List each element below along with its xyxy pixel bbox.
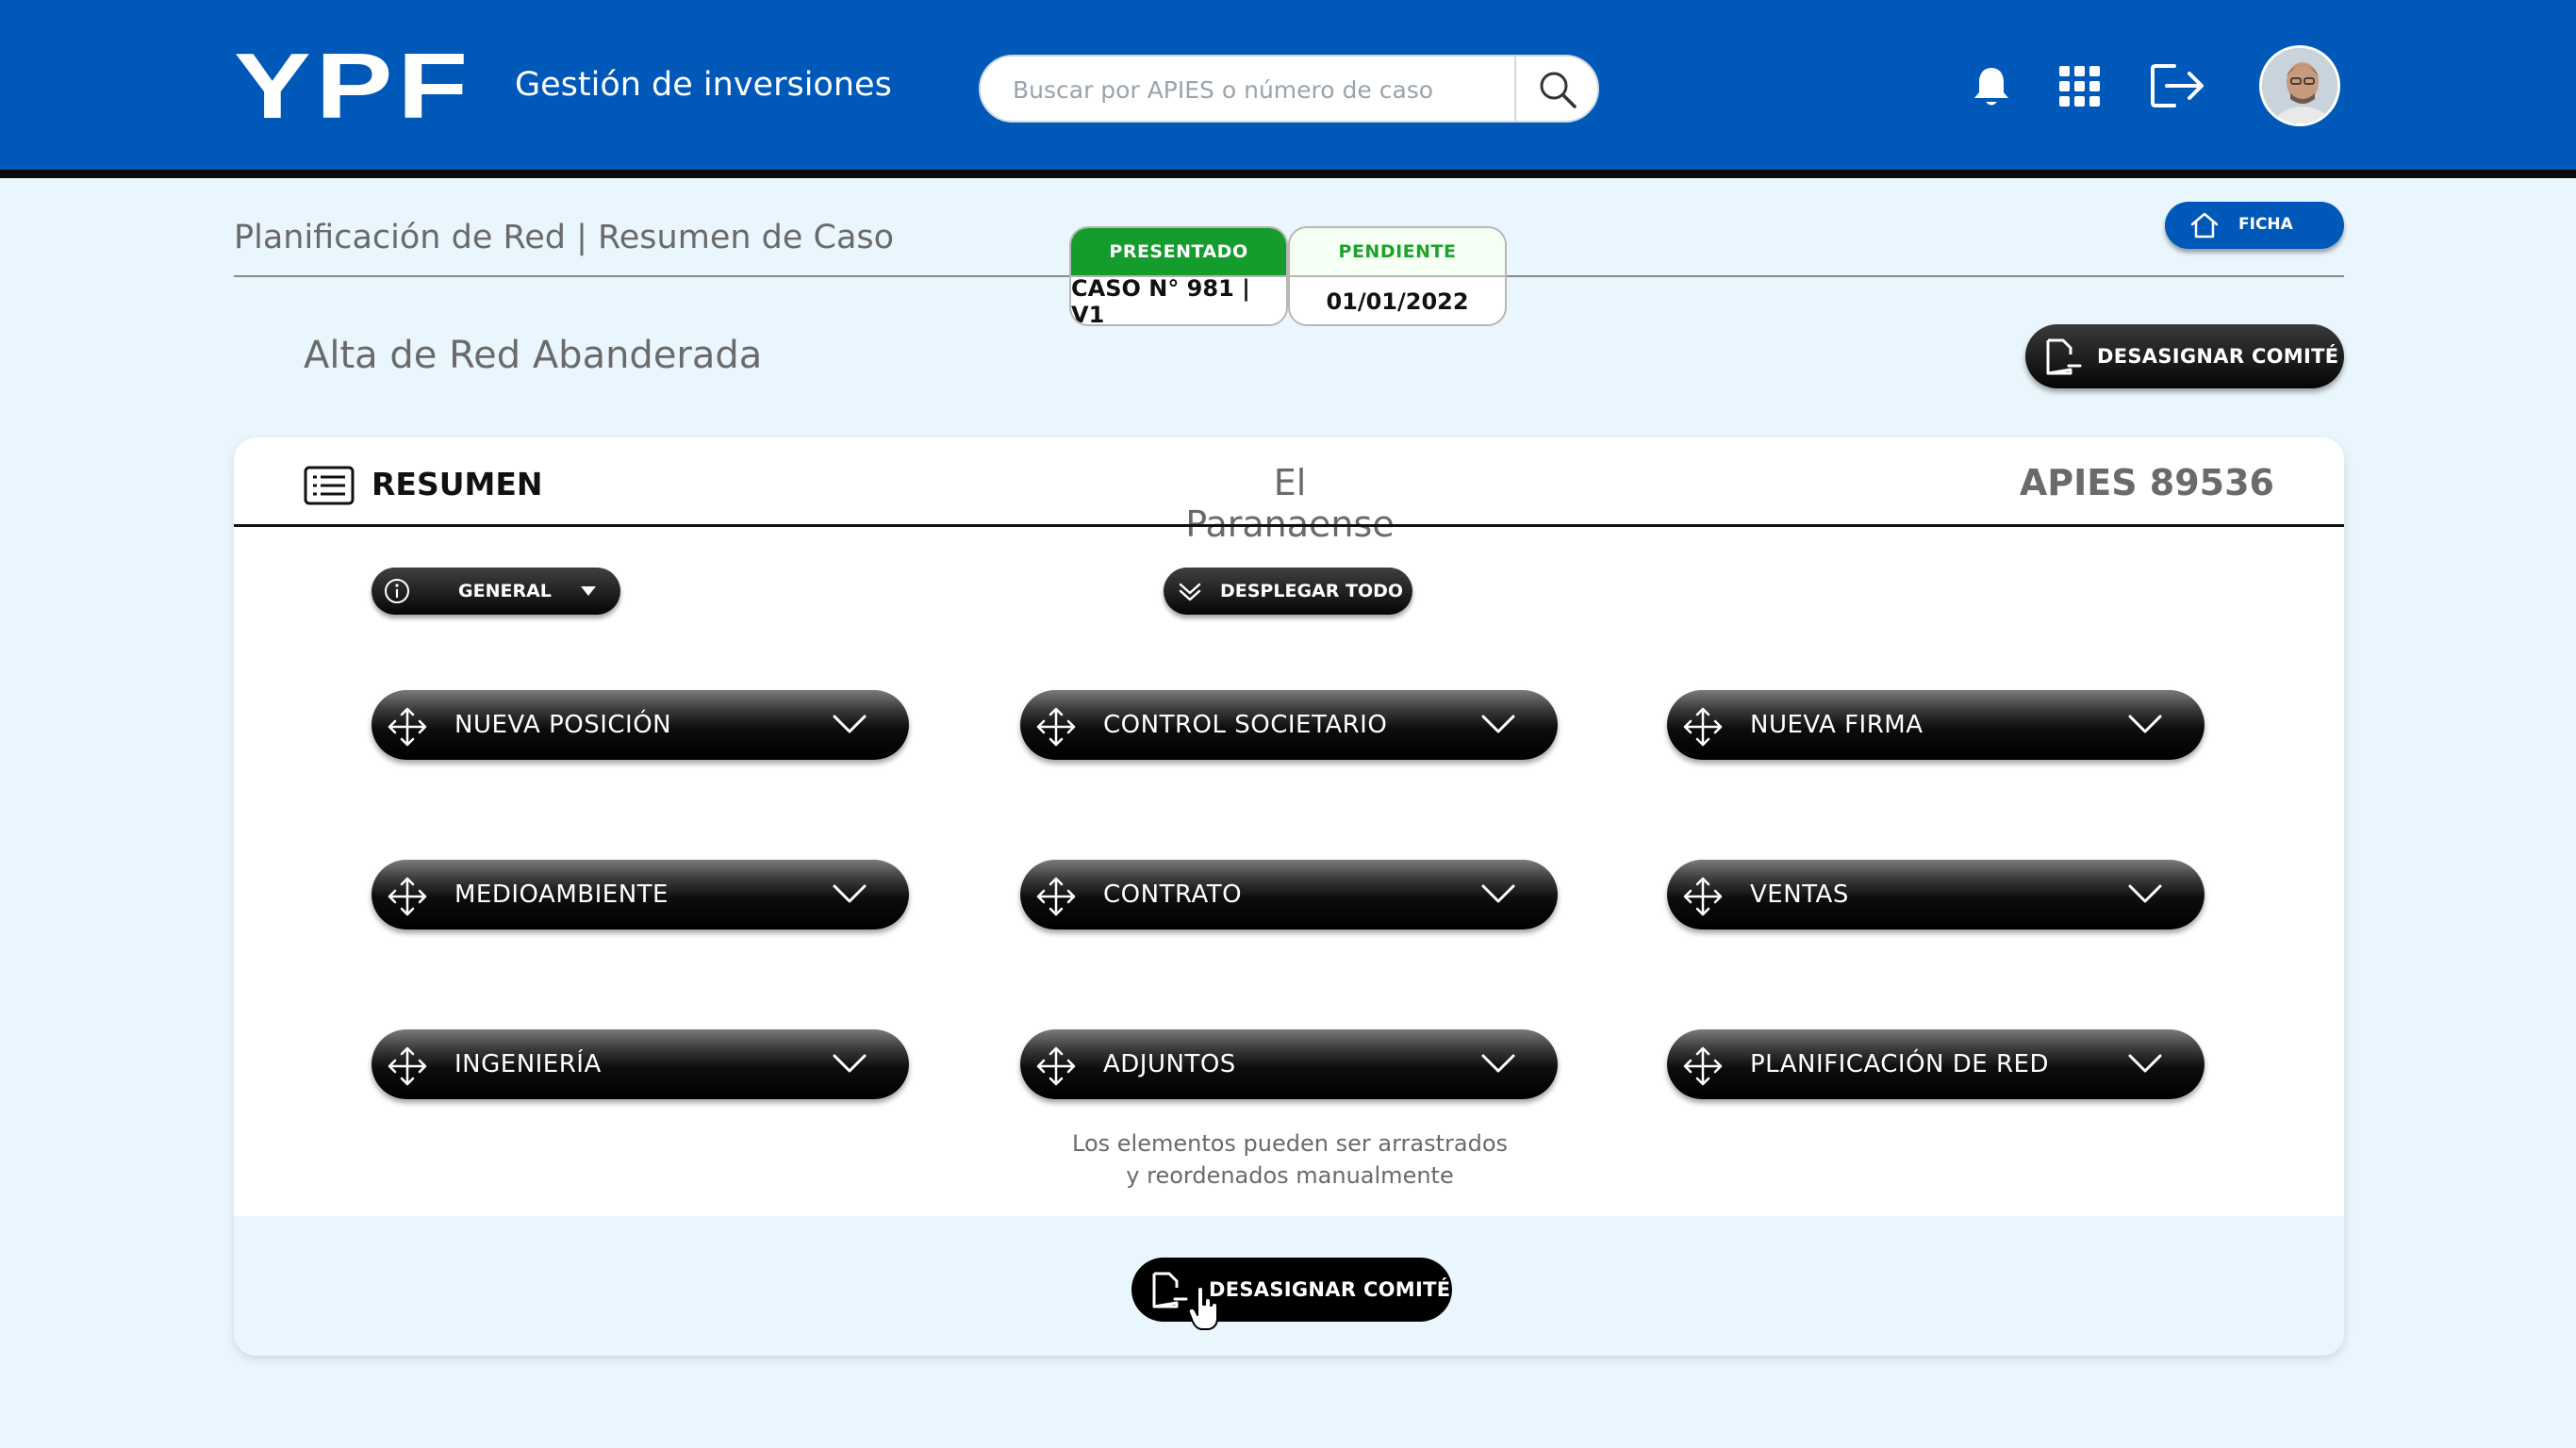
drag-hint-line-1: Los elementos pueden ser arrastrados xyxy=(1072,1130,1508,1157)
chevron-down-icon xyxy=(833,884,867,903)
top-navigation-bar: YPF Gestión de inversiones xyxy=(0,0,2576,170)
info-icon xyxy=(385,579,409,603)
move-icon xyxy=(1036,1046,1076,1086)
drag-hint-line-2: y reordenados manualmente xyxy=(1126,1162,1454,1189)
logout-icon[interactable] xyxy=(2150,62,2208,109)
search-input[interactable] xyxy=(1013,72,1522,107)
search-bar xyxy=(979,55,1599,123)
expand-all-label: DESPLEGAR TODO xyxy=(1220,581,1404,601)
header-bottom-border xyxy=(0,170,2576,178)
section-ventas[interactable]: VENTAS xyxy=(1667,860,2204,930)
section-planificacion-de-red[interactable]: PLANIFICACIÓN DE RED xyxy=(1667,1029,2204,1099)
section-medioambiente[interactable]: MEDIOAMBIENTE xyxy=(372,860,909,930)
expand-all-button[interactable]: DESPLEGAR TODO xyxy=(1164,568,1412,615)
search-icon xyxy=(1540,72,1577,108)
document-remove-icon xyxy=(2046,338,2082,375)
move-icon xyxy=(1683,707,1723,747)
chevron-down-icon xyxy=(2128,1054,2162,1073)
section-label: CONTRATO xyxy=(1103,880,1243,909)
move-icon xyxy=(1683,877,1723,916)
summary-card: RESUMEN El Paranaense APIES 89536 GENERA… xyxy=(234,437,2344,1356)
unassign-committee-button[interactable]: DESASIGNAR COMITÉ xyxy=(2025,324,2344,388)
section-nueva-posicion[interactable]: NUEVA POSICIÓN xyxy=(372,690,909,760)
section-label: INGENIERÍA xyxy=(454,1050,602,1078)
status-presented-label: PRESENTADO xyxy=(1071,228,1286,275)
avatar-image xyxy=(2262,48,2337,123)
section-label: CONTROL SOCIETARIO xyxy=(1103,711,1388,739)
status-pending-card: PENDIENTE 01/01/2022 xyxy=(1288,226,1507,326)
document-remove-icon xyxy=(1152,1272,1188,1308)
move-icon xyxy=(1683,1046,1723,1086)
move-icon xyxy=(388,877,427,916)
hand-cursor-icon xyxy=(1188,1286,1218,1330)
section-adjuntos[interactable]: ADJUNTOS xyxy=(1020,1029,1558,1099)
case-number: CASO N° 981 | V1 xyxy=(1071,275,1286,324)
section-label: PLANIFICACIÓN DE RED xyxy=(1750,1050,2049,1078)
move-icon xyxy=(388,1046,427,1086)
station-name: El Paranaense xyxy=(1185,462,1395,545)
chevron-down-icon xyxy=(1481,884,1515,903)
section-label: NUEVA FIRMA xyxy=(1750,711,1924,739)
search-divider xyxy=(1514,57,1516,121)
caret-down-icon xyxy=(581,586,596,596)
chevron-down-icon xyxy=(1481,1054,1515,1073)
summary-title: RESUMEN xyxy=(372,466,543,502)
move-icon xyxy=(1036,877,1076,916)
chevron-down-icon xyxy=(2128,884,2162,903)
ypf-logo[interactable]: YPF xyxy=(234,40,472,132)
section-label: MEDIOAMBIENTE xyxy=(454,880,669,909)
search-button[interactable] xyxy=(1527,62,1588,117)
app-title: Gestión de inversiones xyxy=(515,66,892,104)
apps-grid-icon[interactable] xyxy=(2059,66,2101,107)
unassign-committee-button-bottom[interactable]: DESASIGNAR COMITÉ xyxy=(1131,1258,1452,1330)
chevron-down-icon xyxy=(1481,715,1515,733)
move-icon xyxy=(1036,707,1076,747)
case-title: Alta de Red Abanderada xyxy=(304,334,763,377)
section-control-societario[interactable]: CONTROL SOCIETARIO xyxy=(1020,690,1558,760)
drag-hint: Los elementos pueden ser arrastrados y r… xyxy=(979,1127,1601,1192)
user-avatar[interactable] xyxy=(2259,45,2340,126)
unassign-committee-label: DESASIGNAR COMITÉ xyxy=(2097,345,2339,368)
ficha-label: FICHA xyxy=(2238,215,2293,234)
move-icon xyxy=(388,707,427,747)
general-filter-label: GENERAL xyxy=(458,581,552,601)
status-pending-label: PENDIENTE xyxy=(1290,228,1505,275)
section-label: ADJUNTOS xyxy=(1103,1050,1236,1078)
card-header-divider xyxy=(234,524,2344,527)
general-filter-dropdown[interactable]: GENERAL xyxy=(372,568,620,615)
double-chevron-down-icon xyxy=(1179,583,1201,601)
home-icon xyxy=(2190,212,2219,239)
section-label: NUEVA POSICIÓN xyxy=(454,711,672,739)
section-contrato[interactable]: CONTRATO xyxy=(1020,860,1558,930)
status-presented-card: PRESENTADO CASO N° 981 | V1 xyxy=(1069,226,1288,326)
unassign-committee-label: DESASIGNAR COMITÉ xyxy=(1209,1278,1451,1301)
ficha-button[interactable]: FICHA xyxy=(2165,202,2344,249)
section-nueva-firma[interactable]: NUEVA FIRMA xyxy=(1667,690,2204,760)
section-ingenieria[interactable]: INGENIERÍA xyxy=(372,1029,909,1099)
section-label: VENTAS xyxy=(1750,880,1849,909)
bell-icon[interactable] xyxy=(1971,64,2012,109)
chevron-down-icon xyxy=(833,715,867,733)
breadcrumb: Planificación de Red | Resumen de Caso xyxy=(234,219,895,256)
case-date: 01/01/2022 xyxy=(1290,275,1505,324)
list-icon xyxy=(304,466,355,505)
apies-number: APIES 89536 xyxy=(2019,462,2274,503)
chevron-down-icon xyxy=(2128,715,2162,733)
chevron-down-icon xyxy=(833,1054,867,1073)
